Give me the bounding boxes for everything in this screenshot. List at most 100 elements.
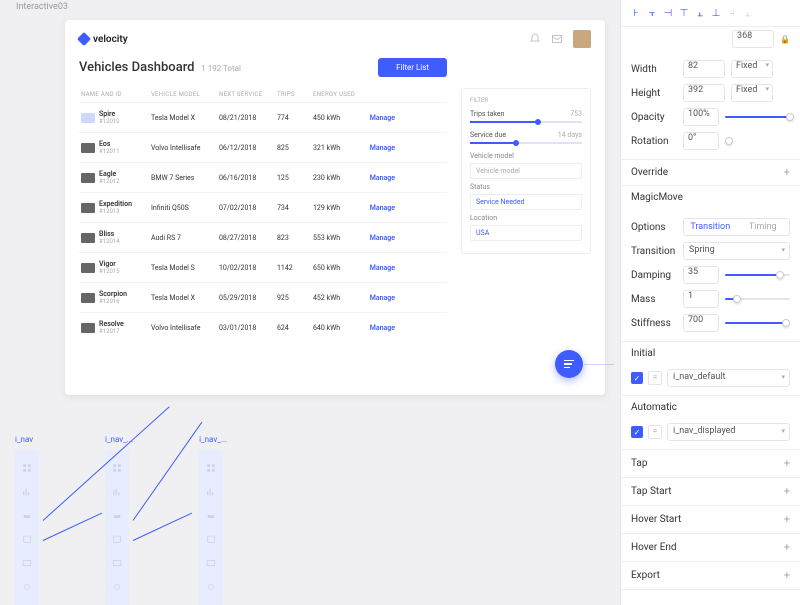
- damping-input[interactable]: 35: [683, 266, 719, 284]
- trips-slider[interactable]: [470, 121, 582, 123]
- filter-list-button[interactable]: Filter List: [378, 58, 447, 77]
- automatic-checkbox[interactable]: ✓: [631, 426, 643, 438]
- magicmove-label: MagicMove: [631, 192, 683, 203]
- table-row[interactable]: Eagle#12012 BMW 7 Series 06/16/2018 125 …: [79, 162, 447, 192]
- th-trips[interactable]: TRIPS: [275, 91, 311, 98]
- filter-status-select[interactable]: Service Needed: [470, 194, 582, 210]
- event-label: Tap Start: [631, 486, 672, 497]
- table-row[interactable]: Spire#12010 Tesla Model X 08/21/2018 774…: [79, 102, 447, 132]
- table-row[interactable]: Resolve#12017 Volvo Intellisafe 03/01/20…: [79, 312, 447, 342]
- y-input[interactable]: 368: [732, 30, 774, 48]
- page-subtitle: 1 192 Total: [201, 64, 241, 73]
- options-segmented[interactable]: Transition Timing: [683, 218, 790, 236]
- next-service: 08/27/2018: [217, 234, 275, 242]
- th-next[interactable]: NEXT SERVICE: [217, 91, 275, 98]
- automatic-swatch[interactable]: =: [648, 425, 662, 439]
- plus-icon[interactable]: +: [784, 166, 790, 179]
- mail-icon: [22, 558, 32, 568]
- event-row[interactable]: Tap Start +: [621, 478, 800, 506]
- event-row[interactable]: Tap+: [621, 450, 800, 478]
- plus-icon[interactable]: +: [784, 569, 790, 582]
- width-input[interactable]: 82: [683, 60, 725, 78]
- plus-icon[interactable]: +: [784, 541, 790, 554]
- event-row[interactable]: Hover Start+: [621, 506, 800, 534]
- align-right-icon[interactable]: ⊣: [661, 6, 675, 20]
- filter-trips-value: 753: [570, 110, 582, 118]
- opacity-label: Opacity: [631, 112, 677, 123]
- event-row[interactable]: Hover End+: [621, 534, 800, 562]
- filter-model-input[interactable]: Vehicle model: [470, 163, 582, 179]
- table-row[interactable]: Bliss#12014 Audi RS 7 08/27/2018 823 553…: [79, 222, 447, 252]
- canvas[interactable]: Interactive03 velocity Vehicles Dashboar…: [0, 0, 620, 605]
- th-model[interactable]: VEHICLE MODEL: [149, 91, 217, 98]
- height-mode-select[interactable]: Fixed: [731, 84, 773, 102]
- initial-select[interactable]: i_nav_default: [667, 369, 790, 387]
- automatic-select[interactable]: i_nav_displayed: [667, 423, 790, 441]
- vehicle-model: Tesla Model S: [149, 264, 217, 272]
- stiffness-slider[interactable]: [725, 322, 790, 324]
- opacity-input[interactable]: 100%: [683, 108, 719, 126]
- mini-nav-state[interactable]: [105, 450, 129, 605]
- car-icon: [112, 511, 122, 521]
- table-row[interactable]: Vigor#12015 Tesla Model S 10/02/2018 114…: [79, 252, 447, 282]
- lock-icon[interactable]: 🔒: [780, 35, 790, 44]
- height-input[interactable]: 392: [683, 84, 725, 102]
- align-center-v-icon[interactable]: ⫠: [693, 6, 707, 20]
- mass-slider[interactable]: [725, 298, 790, 300]
- align-center-h-icon[interactable]: ⫟: [645, 6, 659, 20]
- mail-icon[interactable]: [551, 33, 563, 45]
- table-row[interactable]: Expedition#12013 Infiniti Q50S 07/02/201…: [79, 192, 447, 222]
- damping-slider[interactable]: [725, 274, 790, 276]
- initial-swatch[interactable]: =: [648, 371, 662, 385]
- table-row[interactable]: Eos#12011 Volvo Intellisafe 06/12/2018 8…: [79, 132, 447, 162]
- manage-link[interactable]: Manage: [370, 234, 395, 242]
- manage-link[interactable]: Manage: [370, 144, 395, 152]
- manage-link[interactable]: Manage: [370, 324, 395, 332]
- th-energy[interactable]: ENERGY USED: [311, 91, 359, 98]
- plus-icon[interactable]: +: [784, 485, 790, 498]
- align-left-icon[interactable]: ⊦: [629, 6, 643, 20]
- avatar[interactable]: [573, 30, 591, 48]
- override-section[interactable]: Override +: [621, 160, 800, 186]
- rotation-input[interactable]: 0°: [683, 132, 719, 150]
- vehicle-name: Scorpion: [99, 290, 127, 298]
- bell-icon[interactable]: [529, 33, 541, 45]
- event-row[interactable]: Export+: [621, 562, 800, 590]
- option-timing[interactable]: Timing: [737, 219, 790, 235]
- align-top-icon[interactable]: ⊤: [677, 6, 691, 20]
- vehicle-thumb: [81, 113, 95, 123]
- manage-link[interactable]: Manage: [370, 174, 395, 182]
- mass-input[interactable]: 1: [683, 290, 719, 308]
- mini-nav-label[interactable]: i_nav: [15, 435, 39, 444]
- inspector-panel: ⊦ ⫟ ⊣ ⊤ ⫠ ⊥ ⫞ ⫠ 368 🔒 Width 82 Fixed Hei…: [620, 0, 800, 605]
- align-bottom-icon[interactable]: ⊥: [709, 6, 723, 20]
- mail-icon: [112, 558, 122, 568]
- rotation-slider[interactable]: [725, 140, 790, 142]
- plus-icon[interactable]: +: [784, 513, 790, 526]
- stiffness-input[interactable]: 700: [683, 314, 719, 332]
- th-name[interactable]: NAME AND ID: [79, 91, 149, 98]
- filter-location-select[interactable]: USA: [470, 225, 582, 241]
- plus-icon[interactable]: +: [784, 457, 790, 470]
- option-transition[interactable]: Transition: [684, 219, 737, 235]
- filter-trips-label: Trips taken: [470, 110, 504, 118]
- mini-nav-state[interactable]: [199, 450, 223, 605]
- initial-checkbox[interactable]: ✓: [631, 372, 643, 384]
- transition-select[interactable]: Spring: [683, 242, 790, 260]
- mini-nav-label[interactable]: i_nav_...: [199, 435, 227, 444]
- chart-icon: [22, 487, 32, 497]
- service-slider[interactable]: [470, 142, 582, 144]
- vehicle-model: Volvo Intellisafe: [149, 324, 217, 332]
- fab-button[interactable]: [555, 350, 583, 378]
- manage-link[interactable]: Manage: [370, 204, 395, 212]
- stiffness-label: Stiffness: [631, 318, 677, 329]
- manage-link[interactable]: Manage: [370, 294, 395, 302]
- manage-link[interactable]: Manage: [370, 114, 395, 122]
- logo-icon: [77, 32, 91, 46]
- opacity-slider[interactable]: [725, 116, 790, 118]
- table-row[interactable]: Scorpion#12016 Tesla Model X 05/29/2018 …: [79, 282, 447, 312]
- mini-nav-state[interactable]: [15, 450, 39, 605]
- width-mode-select[interactable]: Fixed: [731, 60, 773, 78]
- manage-link[interactable]: Manage: [370, 264, 395, 272]
- artboard-dashboard[interactable]: velocity Vehicles Dashboard 1 192 Total …: [65, 20, 605, 395]
